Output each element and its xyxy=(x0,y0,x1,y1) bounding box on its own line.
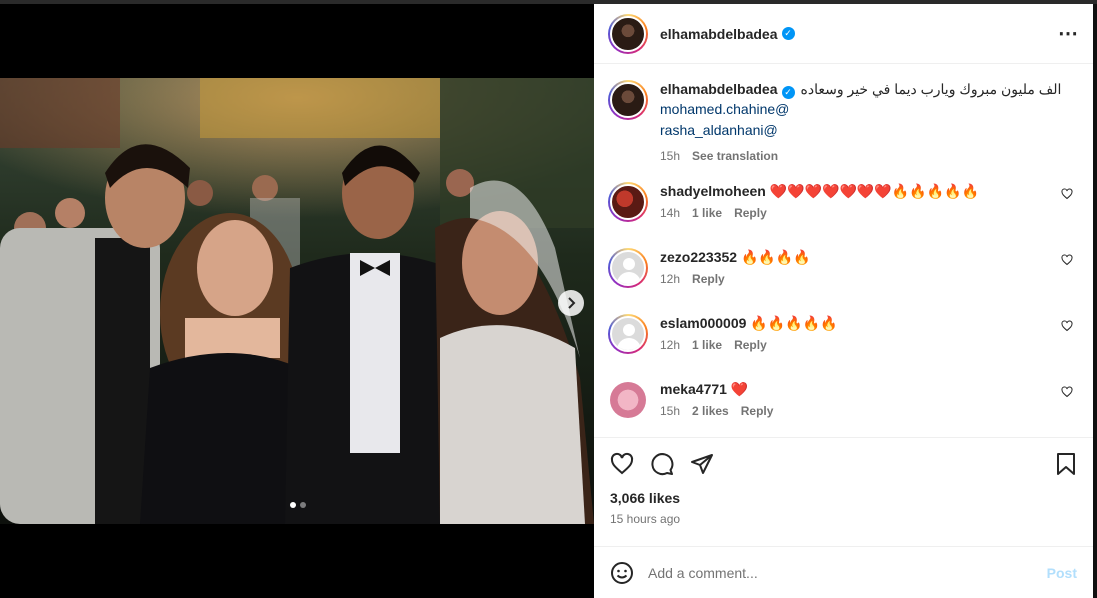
comment-text: ❤️ xyxy=(730,381,749,397)
more-options-icon[interactable]: ⋯ xyxy=(1058,21,1079,46)
caption-avatar[interactable] xyxy=(608,80,648,120)
comment-username[interactable]: zezo223352 xyxy=(660,249,737,265)
comment-body: shadyelmoheen ❤️❤️❤️❤️❤️❤️❤️🔥🔥🔥🔥🔥 14h 1 … xyxy=(660,182,979,246)
commenter-avatar-image xyxy=(610,382,646,418)
author-username[interactable]: elhamabdelbadea xyxy=(660,26,778,42)
comment-time: 12h xyxy=(660,338,681,352)
heart-icon[interactable] xyxy=(1061,386,1073,398)
post-media[interactable] xyxy=(0,4,594,598)
bookmark-icon[interactable] xyxy=(1055,452,1077,476)
comment-meta: 12h Reply xyxy=(660,272,811,286)
comment-item: zezo223352 🔥🔥🔥🔥 12h Reply xyxy=(608,246,1079,312)
default-avatar-icon xyxy=(610,316,646,352)
caption-body: elhamabdelbadea ✓ الف مليون مبروك ويارب دي… xyxy=(660,80,1061,180)
chevron-right-icon xyxy=(568,297,576,309)
commenter-avatar[interactable] xyxy=(608,380,648,420)
post-photo[interactable] xyxy=(0,78,594,524)
comment-likes[interactable]: 2 likes xyxy=(692,404,729,418)
heart-icon[interactable] xyxy=(1061,188,1073,200)
reply-button[interactable]: Reply xyxy=(734,338,767,352)
caption-line: elhamabdelbadea ✓ الف مليون مبروك ويارب دي… xyxy=(660,80,1061,99)
comment-item: shadyelmoheen ❤️❤️❤️❤️❤️❤️❤️🔥🔥🔥🔥🔥 14h 1 … xyxy=(608,180,1079,246)
comment-time: 14h xyxy=(660,206,681,220)
like-heart-icon[interactable] xyxy=(610,452,634,476)
comment-body: eslam000009 🔥🔥🔥🔥🔥 12h 1 like Reply xyxy=(660,314,837,378)
comment-username[interactable]: shadyelmoheen xyxy=(660,183,766,199)
likes-count[interactable]: 3,066 likes xyxy=(594,490,1093,506)
see-translation-link[interactable]: See translation xyxy=(692,149,778,163)
caption-text: الف مليون مبروك ويارب ديما في خير وسعاده xyxy=(800,81,1062,97)
comments-section[interactable]: elhamabdelbadea ✓ الف مليون مبروك ويارب دي… xyxy=(594,64,1093,438)
author-avatar-image xyxy=(610,15,646,52)
comment-input[interactable] xyxy=(648,564,1047,581)
carousel-dot-active xyxy=(290,502,296,508)
verified-icon: ✓ xyxy=(781,27,795,40)
comment-username[interactable]: meka4771 xyxy=(660,381,727,397)
comment-body: zezo223352 🔥🔥🔥🔥 12h Reply xyxy=(660,248,811,312)
post-timestamp: 15 hours ago xyxy=(610,512,681,526)
caption-avatar-image xyxy=(610,82,646,118)
comment-composer: Post xyxy=(594,546,1093,598)
commenter-avatar-image xyxy=(610,184,646,220)
reply-button[interactable]: Reply xyxy=(741,404,774,418)
app-frame: elhamabdelbadea ✓ ⋯ elhamabdelbadea ✓ الف … xyxy=(0,0,1097,598)
comment-meta: 15h 2 likes Reply xyxy=(660,404,773,418)
post-comment-button[interactable]: Post xyxy=(1047,565,1077,581)
emoji-icon[interactable] xyxy=(610,561,634,585)
comment-meta: 14h 1 like Reply xyxy=(660,206,979,220)
verified-icon: ✓ xyxy=(781,86,795,99)
action-bar xyxy=(594,438,1093,490)
comment-item: meka4771 ❤️ 15h 2 likes Reply xyxy=(608,378,1079,437)
comment-likes[interactable]: 1 like xyxy=(692,206,722,220)
comment-text: 🔥🔥🔥🔥 xyxy=(740,249,811,265)
comment-item: eslam000009 🔥🔥🔥🔥🔥 12h 1 like Reply xyxy=(608,312,1079,378)
comment-username[interactable]: eslam000009 xyxy=(660,315,746,331)
comment-text: 🔥🔥🔥🔥🔥 xyxy=(750,315,838,331)
carousel-dot xyxy=(300,502,306,508)
caption-meta: 15h See translation xyxy=(660,149,1061,163)
caption-username[interactable]: elhamabdelbadea xyxy=(660,81,778,97)
comment-time: 12h xyxy=(660,272,681,286)
post-photo-image xyxy=(0,78,594,524)
commenter-avatar[interactable] xyxy=(608,248,648,288)
carousel-indicator xyxy=(290,502,306,508)
comment-likes[interactable]: 1 like xyxy=(692,338,722,352)
commenter-avatar[interactable] xyxy=(608,314,648,354)
comment-icon[interactable] xyxy=(650,452,674,476)
post-panel: elhamabdelbadea ✓ ⋯ elhamabdelbadea ✓ الف … xyxy=(594,4,1093,598)
heart-icon[interactable] xyxy=(1061,254,1073,266)
commenter-avatar[interactable] xyxy=(608,182,648,222)
default-avatar-icon xyxy=(610,250,646,286)
comment-time: 15h xyxy=(660,404,681,418)
mention-link[interactable]: mohamed.chahine@ xyxy=(660,99,1061,120)
comment-meta: 12h 1 like Reply xyxy=(660,338,837,352)
reply-button[interactable]: Reply xyxy=(692,272,725,286)
reply-button[interactable]: Reply xyxy=(734,206,767,220)
mention-link[interactable]: rasha_aldanhani@ xyxy=(660,120,1061,141)
carousel-next-button[interactable] xyxy=(558,290,584,316)
heart-icon[interactable] xyxy=(1061,320,1073,332)
post-header: elhamabdelbadea ✓ ⋯ xyxy=(594,4,1093,64)
share-icon[interactable] xyxy=(690,452,714,476)
comment-text: ❤️❤️❤️❤️❤️❤️❤️🔥🔥🔥🔥🔥 xyxy=(769,183,979,199)
caption-time: 15h xyxy=(660,149,681,163)
comment-body: meka4771 ❤️ 15h 2 likes Reply xyxy=(660,380,773,437)
caption: elhamabdelbadea ✓ الف مليون مبروك ويارب دي… xyxy=(608,80,1079,180)
author-avatar[interactable] xyxy=(608,13,648,54)
